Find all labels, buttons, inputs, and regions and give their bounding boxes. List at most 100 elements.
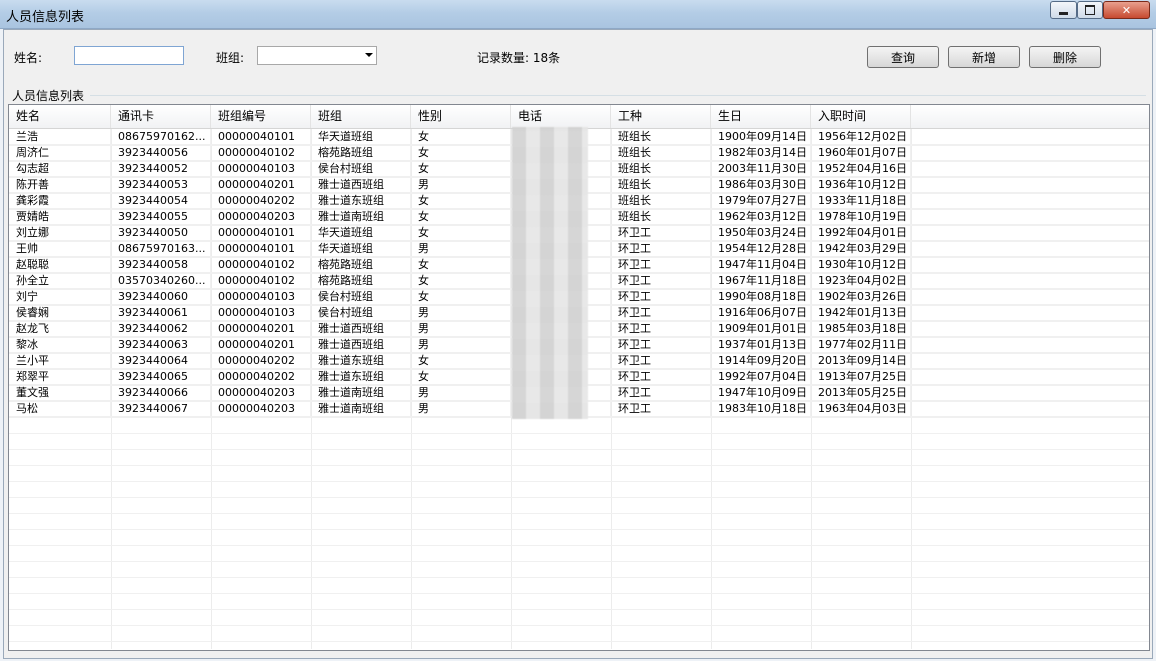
chevron-down-icon[interactable] (365, 53, 373, 57)
table-cell: 环卫工 (611, 321, 711, 337)
table-cell: 郑翠平 (9, 369, 111, 385)
table-cell: 侯台村班组 (311, 305, 411, 321)
table-cell: 环卫工 (611, 225, 711, 241)
delete-button[interactable]: 删除 (1029, 46, 1101, 68)
table-cell: 董文强 (9, 385, 111, 401)
group-box-label: 人员信息列表 (12, 87, 87, 104)
table-cell: 00000040102 (211, 273, 311, 289)
maximize-button[interactable] (1077, 1, 1103, 19)
table-cell: 华天道班组 (311, 129, 411, 145)
table-cell: 环卫工 (611, 257, 711, 273)
grid-row-line (9, 641, 1149, 642)
table-cell: 班组长 (611, 177, 711, 193)
table-cell: 00000040101 (211, 225, 311, 241)
table-cell: 班组长 (611, 129, 711, 145)
table-cell: 赵龙飞 (9, 321, 111, 337)
table-cell: 雅士道西班组 (311, 177, 411, 193)
table-cell: 3923440054 (111, 193, 211, 209)
table-cell: 环卫工 (611, 305, 711, 321)
record-count: 记录数量: 18条 (477, 51, 561, 65)
table-cell: 00000040103 (211, 305, 311, 321)
table-cell: 女 (411, 353, 511, 369)
table-cell: 00000040102 (211, 145, 311, 161)
table-cell: 3923440061 (111, 305, 211, 321)
table-cell: 刘立娜 (9, 225, 111, 241)
column-header[interactable]: 电话 (511, 105, 611, 128)
table-cell: 1936年10月12日 (811, 177, 911, 193)
grid-row-line (9, 577, 1149, 578)
table-cell: 女 (411, 369, 511, 385)
column-header[interactable]: 班组 (311, 105, 411, 128)
title-bar: 人员信息列表 ✕ (0, 0, 1156, 29)
table-cell: 3923440060 (111, 289, 211, 305)
table-cell: 3923440050 (111, 225, 211, 241)
table-header: 姓名 通讯卡 班组编号 班组 性别 电话 工种 生日 入职时间 (9, 105, 1149, 129)
table-cell: 雅士道西班组 (311, 321, 411, 337)
table-cell: 1913年07月25日 (811, 369, 911, 385)
table-cell: 1978年10月19日 (811, 209, 911, 225)
table-cell: 00000040103 (211, 289, 311, 305)
minimize-icon (1059, 11, 1068, 15)
table-cell: 雅士道南班组 (311, 385, 411, 401)
query-button[interactable]: 查询 (867, 46, 939, 68)
column-header[interactable]: 班组编号 (211, 105, 311, 128)
table-cell: 女 (411, 257, 511, 273)
group-label: 班组: (216, 51, 245, 65)
table-cell: 榕苑路班组 (311, 273, 411, 289)
table-cell: 男 (411, 177, 511, 193)
phone-column-redaction (512, 127, 588, 419)
personnel-table[interactable]: 姓名 通讯卡 班组编号 班组 性别 电话 工种 生日 入职时间 兰浩 08675970162...… (8, 104, 1150, 651)
table-cell: 1983年10月18日 (711, 401, 811, 417)
table-cell: 08675970162... (111, 129, 211, 145)
table-cell: 雅士道东班组 (311, 193, 411, 209)
table-cell: 1979年07月27日 (711, 193, 811, 209)
table-cell: 3923440067 (111, 401, 211, 417)
add-button[interactable]: 新增 (948, 46, 1020, 68)
table-cell: 赵聪聪 (9, 257, 111, 273)
table-cell: 华天道班组 (311, 241, 411, 257)
table-cell: 女 (411, 193, 511, 209)
column-header[interactable]: 生日 (711, 105, 811, 128)
grid-row-line (9, 449, 1149, 450)
table-cell: 榕苑路班组 (311, 145, 411, 161)
table-cell: 女 (411, 209, 511, 225)
table-cell: 环卫工 (611, 273, 711, 289)
table-cell: 1962年03月12日 (711, 209, 811, 225)
grid-row-line (9, 593, 1149, 594)
column-header[interactable]: 性别 (411, 105, 511, 128)
column-header[interactable]: 入职时间 (811, 105, 911, 128)
table-cell: 3923440052 (111, 161, 211, 177)
table-cell: 1923年04月02日 (811, 273, 911, 289)
table-cell: 1902年03月26日 (811, 289, 911, 305)
table-cell: 1954年12月28日 (711, 241, 811, 257)
table-cell: 1960年01月07日 (811, 145, 911, 161)
table-cell: 1985年03月18日 (811, 321, 911, 337)
table-cell: 1942年03月29日 (811, 241, 911, 257)
group-select[interactable] (257, 46, 377, 65)
table-cell: 勾志超 (9, 161, 111, 177)
grid-row-line (9, 625, 1149, 626)
minimize-button[interactable] (1050, 1, 1077, 19)
table-cell: 2013年05月25日 (811, 385, 911, 401)
table-cell: 王帅 (9, 241, 111, 257)
table-cell: 环卫工 (611, 337, 711, 353)
table-cell: 3923440066 (111, 385, 211, 401)
table-cell: 刘宁 (9, 289, 111, 305)
table-cell: 1986年03月30日 (711, 177, 811, 193)
grid-row-line (9, 529, 1149, 530)
table-cell: 3923440064 (111, 353, 211, 369)
column-header[interactable]: 姓名 (9, 105, 111, 128)
column-header[interactable]: 通讯卡 (111, 105, 211, 128)
table-cell: 00000040201 (211, 177, 311, 193)
close-button[interactable]: ✕ (1103, 1, 1150, 19)
table-cell: 班组长 (611, 145, 711, 161)
column-header[interactable]: 工种 (611, 105, 711, 128)
table-cell: 环卫工 (611, 241, 711, 257)
table-cell: 00000040201 (211, 337, 311, 353)
table-cell: 1982年03月14日 (711, 145, 811, 161)
table-cell: 雅士道东班组 (311, 369, 411, 385)
table-cell: 班组长 (611, 161, 711, 177)
table-cell: 00000040202 (211, 193, 311, 209)
table-cell: 1952年04月16日 (811, 161, 911, 177)
name-input[interactable] (74, 46, 184, 65)
